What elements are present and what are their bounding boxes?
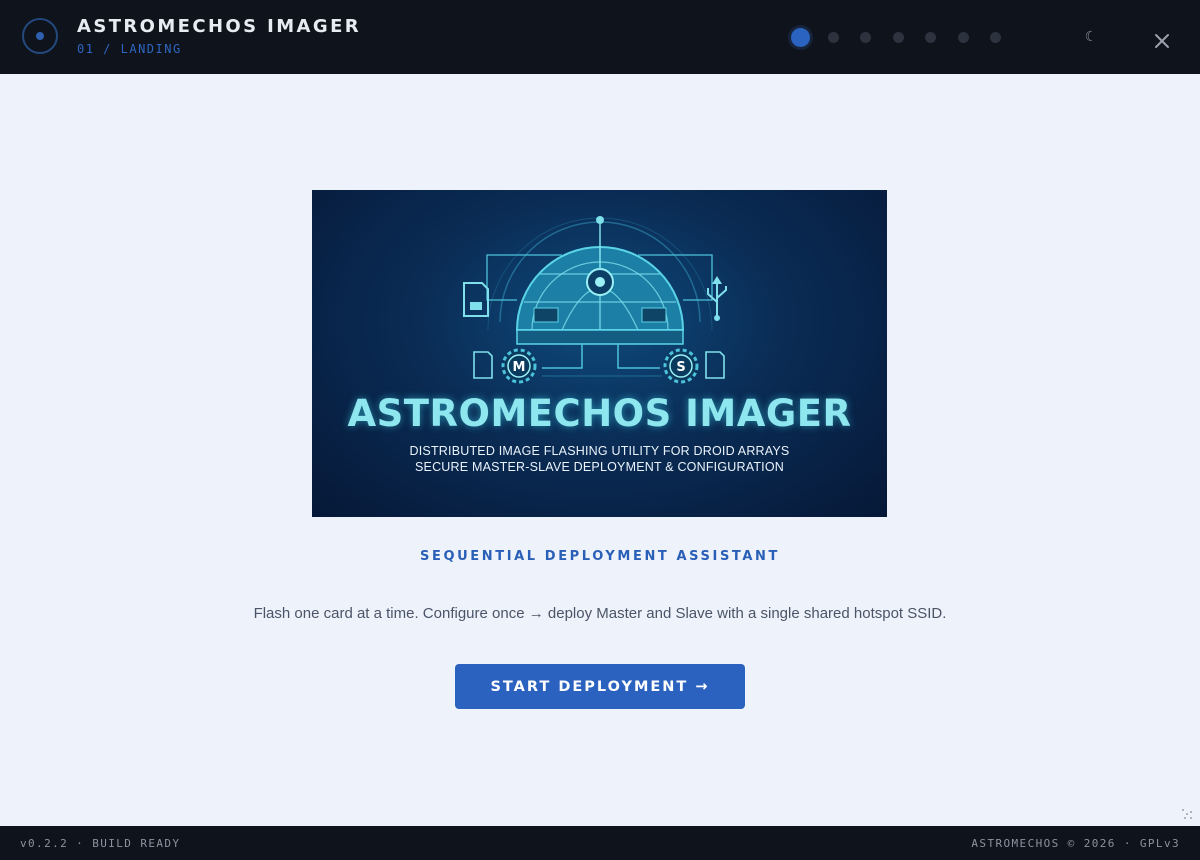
step-dot-6[interactable]	[958, 32, 969, 43]
master-node-label: M	[513, 360, 526, 375]
step-dot-1[interactable]	[791, 28, 810, 47]
hero-title: ASTROMECHOS IMAGER	[347, 392, 852, 435]
app-logo-icon	[22, 18, 58, 54]
step-dot-5[interactable]	[925, 32, 936, 43]
step-dot-4[interactable]	[893, 32, 904, 43]
start-deployment-button[interactable]: START DEPLOYMENT →	[455, 664, 745, 709]
build-status: v0.2.2 · BUILD READY	[20, 837, 181, 850]
step-dot-2[interactable]	[828, 32, 839, 43]
slave-node-label: S	[676, 360, 685, 375]
sd-card-icon	[473, 351, 493, 379]
app-title: ASTROMECHOS IMAGER	[77, 16, 362, 37]
app-logo-dot	[36, 32, 44, 40]
hero-tagline: DISTRIBUTED IMAGE FLASHING UTILITY FOR D…	[409, 444, 790, 458]
hero-banner: M S ASTROMECHOS IMAGER DISTRIBUTED IMAGE…	[312, 190, 887, 517]
sd-card-icon	[463, 282, 489, 317]
description-text: Flash one card at a time. Configure once…	[253, 605, 947, 622]
resize-grip-icon[interactable]	[1180, 806, 1194, 820]
section-heading: SEQUENTIAL DEPLOYMENT ASSISTANT	[420, 549, 780, 564]
moon-icon[interactable]: ☾	[1082, 27, 1100, 47]
close-icon[interactable]	[1150, 29, 1174, 53]
copyright-text: ASTROMECHOS © 2026 · GPLv3	[971, 837, 1180, 850]
page-breadcrumb: 01 / LANDING	[77, 42, 182, 56]
step-dot-7[interactable]	[990, 32, 1001, 43]
sd-card-icon	[705, 351, 725, 379]
app-header: ASTROMECHOS IMAGER 01 / LANDING ☾	[0, 0, 1200, 74]
app-footer: v0.2.2 · BUILD READY ASTROMECHOS © 2026 …	[0, 826, 1200, 860]
step-dot-3[interactable]	[860, 32, 871, 43]
hero-tagline-secondary: SECURE MASTER-SLAVE DEPLOYMENT & CONFIGU…	[415, 460, 784, 474]
